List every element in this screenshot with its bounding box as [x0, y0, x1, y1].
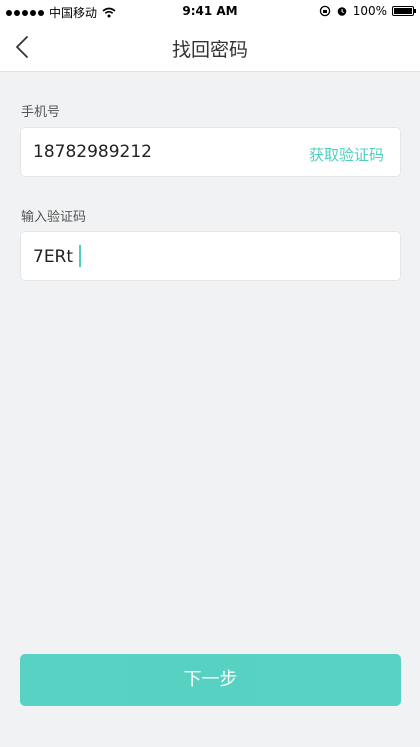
phone-input-value: 18782989212	[33, 142, 152, 162]
get-code-button[interactable]: 获取验证码	[309, 144, 384, 165]
battery-percent: 100%	[352, 4, 387, 18]
phone-input[interactable]: 18782989212 获取验证码	[20, 127, 401, 177]
page-title: 找回密码	[171, 39, 248, 61]
code-input[interactable]: 7ERt	[20, 231, 401, 281]
phone-label: 手机号	[21, 105, 61, 120]
status-right: 100%	[319, 4, 416, 18]
status-bar: 中国移动 9:41 AM 100%	[0, 0, 420, 22]
code-input-value: 7ERt	[33, 247, 74, 267]
code-input-wrapper: 7ERt	[33, 245, 82, 268]
battery-icon	[392, 6, 416, 16]
orientation-lock-icon	[319, 5, 330, 17]
navigation-bar: 找回密码	[0, 22, 420, 72]
alarm-icon	[337, 7, 346, 16]
next-button[interactable]: 下一步	[20, 654, 401, 706]
code-label: 输入验证码	[21, 210, 87, 225]
text-caret	[79, 245, 82, 267]
battery-fill	[394, 8, 412, 14]
